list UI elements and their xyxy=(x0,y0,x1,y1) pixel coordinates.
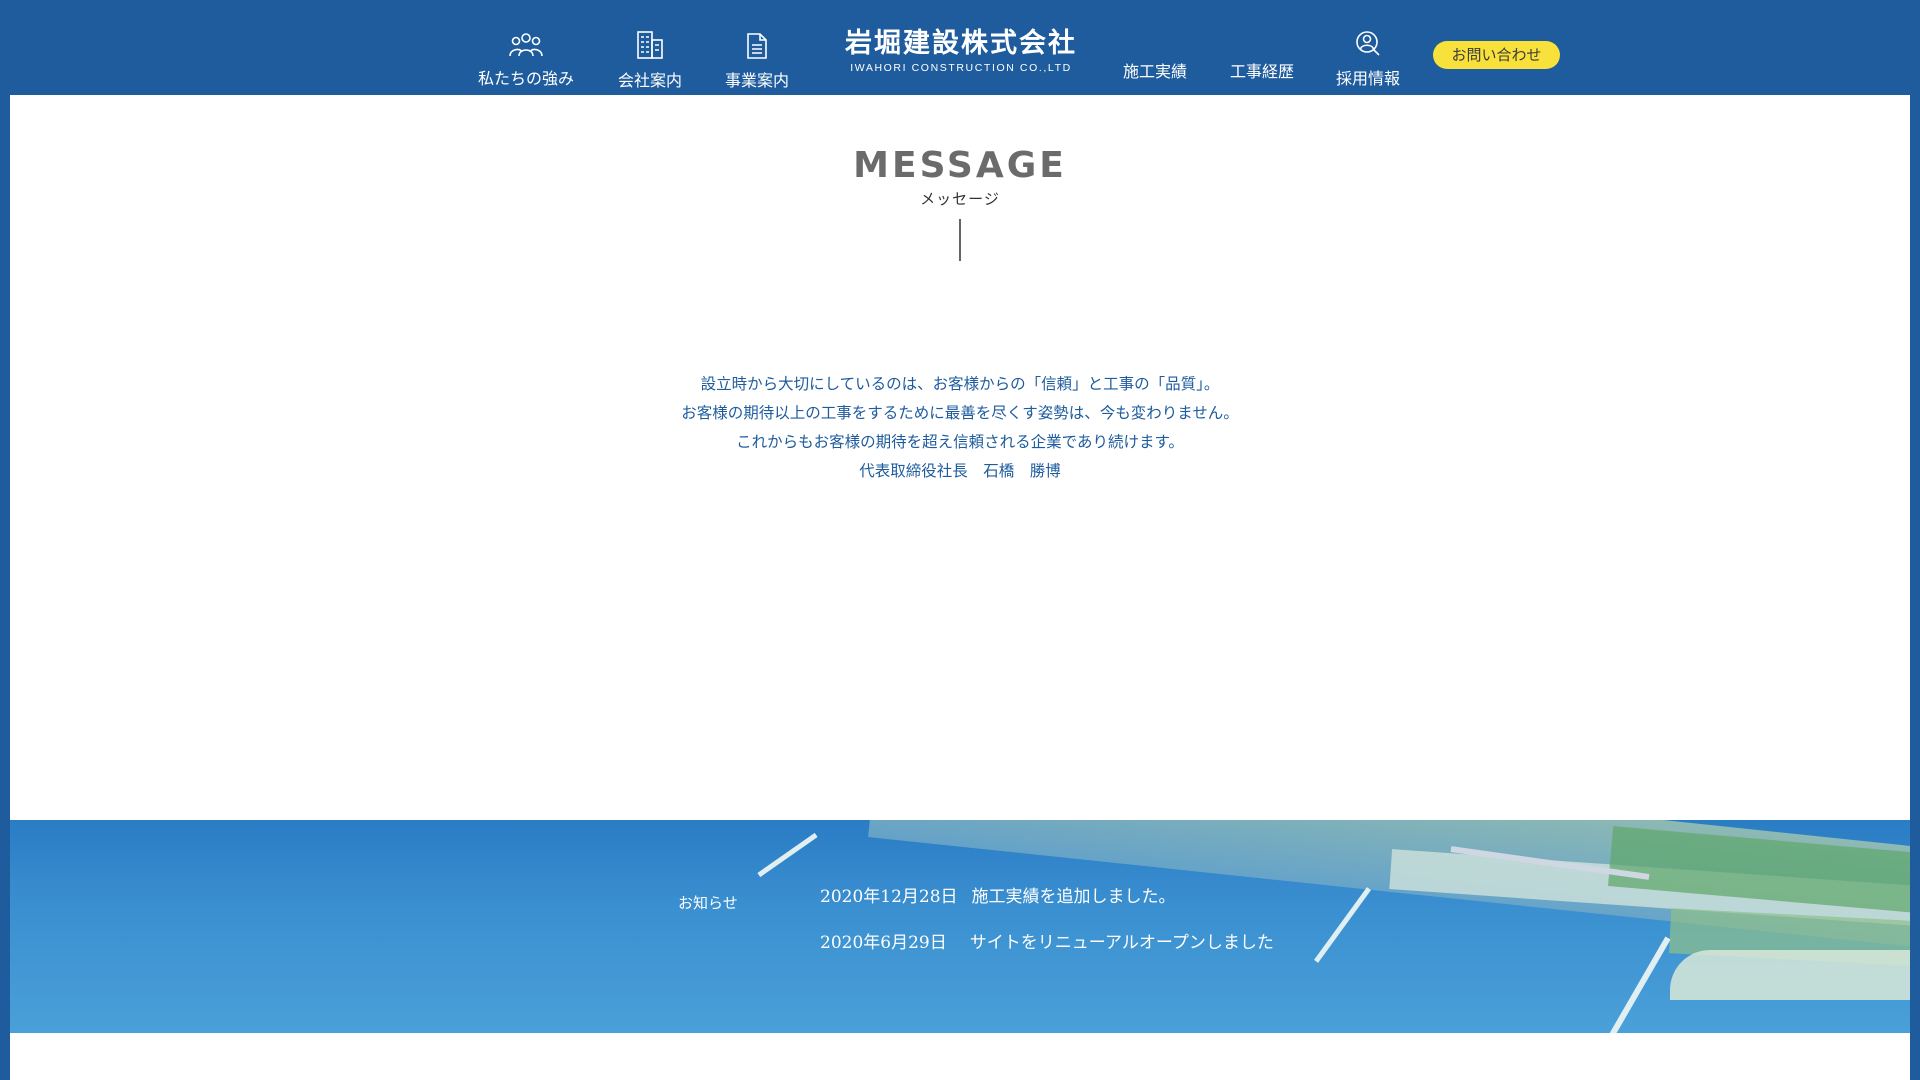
nav-business-label: 事業案内 xyxy=(725,71,790,90)
nav-company-label: 会社案内 xyxy=(618,71,683,90)
people-icon xyxy=(478,32,574,62)
pier-background xyxy=(757,832,818,878)
pier-background xyxy=(1314,887,1371,963)
message-signature: 代表取締役社長 石橋 勝博 xyxy=(859,462,1061,480)
message-title: MESSAGE xyxy=(853,145,1067,186)
message-line: 設立時から大切にしているのは、お客様からの「信頼」と工事の「品質」。 xyxy=(700,375,1220,393)
building-icon xyxy=(618,30,682,64)
nav-recruit-label: 採用情報 xyxy=(1336,69,1401,88)
nav-works-label: 施工実績 xyxy=(1123,62,1188,81)
news-date: 2020年6月29日 xyxy=(820,933,947,953)
logo-sub-text: IWAHORI CONSTRUCTION CO.,LTD xyxy=(850,62,1072,74)
message-divider xyxy=(959,219,961,261)
nav-company[interactable]: 会社案内 xyxy=(618,30,682,91)
message-subtitle: メッセージ xyxy=(920,190,1000,208)
footer-area xyxy=(10,1033,1910,1080)
news-item[interactable]: 2020年6月29日 サイトをリニューアルオープンしました xyxy=(820,928,1274,953)
person-search-icon xyxy=(1336,30,1400,62)
pier-background xyxy=(1605,936,1671,1033)
news-date: 2020年12月28日 xyxy=(820,887,958,907)
company-logo[interactable]: 岩堀建設株式会社 IWAHORI CONSTRUCTION CO.,LTD xyxy=(843,30,1079,74)
nav-business[interactable]: 事業案内 xyxy=(725,32,789,91)
news-label: お知らせ xyxy=(678,894,738,912)
document-icon xyxy=(725,32,789,64)
nav-recruit[interactable]: 採用情報 xyxy=(1336,30,1400,89)
nav-strengths[interactable]: 私たちの強み xyxy=(478,32,574,89)
news-text: 施工実績を追加しました。 xyxy=(971,887,1176,907)
nav-history-label: 工事経歴 xyxy=(1230,62,1295,81)
news-text: サイトをリニューアルオープンしました xyxy=(969,933,1274,953)
message-body: 設立時から大切にしているのは、お客様からの「信頼」と工事の「品質」。 お客様の期… xyxy=(10,370,1910,486)
logo-main-text: 岩堀建設株式会社 xyxy=(845,28,1077,59)
nav-works[interactable]: 施工実績 xyxy=(1123,58,1187,82)
nav-strengths-label: 私たちの強み xyxy=(478,69,575,88)
message-line: お客様の期待以上の工事をするために最善を尽くす姿勢は、今も変わりません。 xyxy=(681,404,1239,422)
news-item[interactable]: 2020年12月28日 施工実績を追加しました。 xyxy=(820,882,1176,907)
contact-button[interactable]: お問い合わせ xyxy=(1433,41,1560,69)
message-section: MESSAGE メッセージ 設立時から大切にしているのは、お客様からの「信頼」と… xyxy=(10,95,1910,820)
nav-history[interactable]: 工事経歴 xyxy=(1230,58,1294,82)
site-header: 私たちの強み 会社案内 事業案内 岩堀建設株式会社 IWAHORI CONSTR… xyxy=(0,0,1920,95)
news-section: お知らせ 2020年12月28日 施工実績を追加しました。 2020年6月29日 サ… xyxy=(10,820,1910,1033)
beach-background xyxy=(1670,950,1910,1000)
message-line: これからもお客様の期待を超え信頼される企業であり続けます。 xyxy=(736,433,1184,451)
